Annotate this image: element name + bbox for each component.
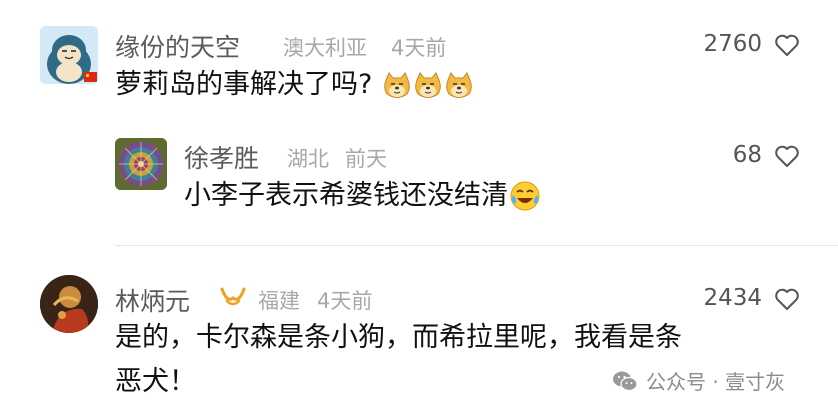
reply-author-name[interactable]: 徐孝胜 xyxy=(184,139,259,175)
comment-text: 萝莉岛的事解决了吗? xyxy=(115,63,474,107)
watermark-text: 公众号 · 壹寸灰 xyxy=(646,370,786,394)
comment-text-content: 萝莉岛的事解决了吗? xyxy=(115,69,373,100)
wechat-icon xyxy=(613,371,638,392)
heart-icon[interactable] xyxy=(774,33,800,57)
comment-text: 是的，卡尔森是条小狗，而希拉里呢，我看是条 恶犬！ xyxy=(115,316,682,404)
heart-icon[interactable] xyxy=(774,144,800,168)
doge-emoji-group xyxy=(372,69,474,100)
avatar[interactable] xyxy=(40,275,98,333)
heart-icon[interactable] xyxy=(774,287,800,311)
comment-author-name[interactable]: 林炳元 xyxy=(115,282,190,318)
comment-author-name[interactable]: 缘份的天空 xyxy=(115,28,240,64)
user-photo-avatar-icon xyxy=(40,275,98,333)
comment-item: 缘份的天空 澳大利亚 4天前 萝莉岛的事解决了吗? 2760 徐孝胜 湖北 前天… xyxy=(0,0,838,245)
comment-location: 福建 xyxy=(258,289,300,313)
doge-emoji-icon xyxy=(446,72,472,98)
reply-avatar[interactable] xyxy=(115,138,167,190)
avatar[interactable] xyxy=(40,26,98,84)
doge-emoji-icon xyxy=(384,72,410,98)
comment-text-line: 是的，卡尔森是条小狗，而希拉里呢，我看是条 xyxy=(115,322,682,353)
comment-location: 澳大利亚 xyxy=(283,36,367,60)
crying-laughing-emoji-icon xyxy=(510,181,540,211)
doge-emoji-icon xyxy=(415,72,441,98)
like-count: 2434 xyxy=(703,285,762,311)
snorlax-avatar-icon xyxy=(40,26,98,84)
comment-time: 4天前 xyxy=(317,289,373,313)
like-count: 2760 xyxy=(703,31,762,57)
reply-text-content: 小李子表示希婆钱还没结清 xyxy=(184,180,508,211)
comment-time: 4天前 xyxy=(391,36,447,60)
vip-badge-icon xyxy=(220,287,246,306)
reply-location: 湖北 xyxy=(287,147,329,171)
reply-time: 前天 xyxy=(345,147,387,171)
reply-like-count: 68 xyxy=(732,142,762,168)
mandala-avatar-icon xyxy=(115,138,167,190)
reply-text: 小李子表示希婆钱还没结清 xyxy=(184,174,541,218)
comment-text-line: 恶犬！ xyxy=(115,366,196,397)
